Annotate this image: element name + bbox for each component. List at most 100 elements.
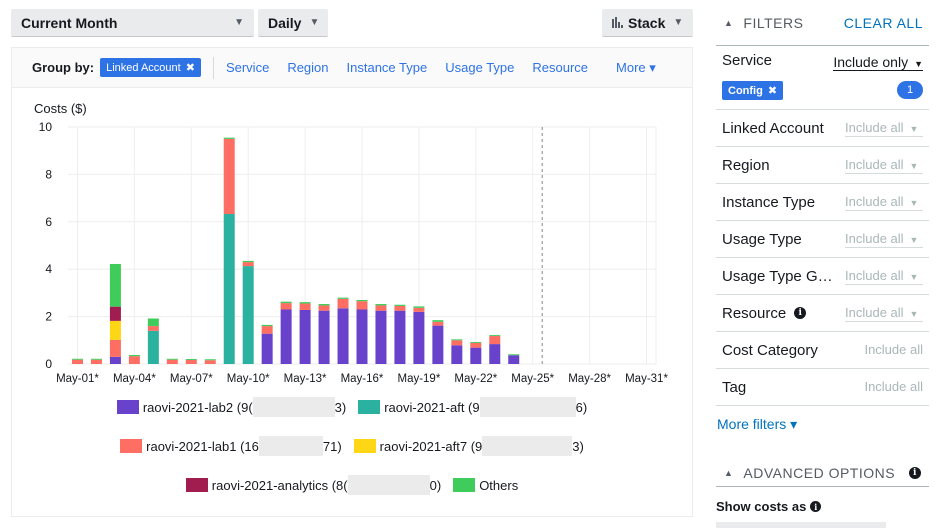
- group-by-region[interactable]: Region: [287, 60, 328, 75]
- legend-label-suffix: 3): [334, 399, 347, 415]
- bar-segment-raovi-2021-lab2: [299, 309, 311, 364]
- legend-swatch: [120, 439, 143, 453]
- group-by-more[interactable]: More ▾: [616, 60, 656, 76]
- advanced-options-header[interactable]: ▲ ADVANCED OPTIONS i: [716, 459, 929, 487]
- bar-segment-raovi-2021-aft: [242, 266, 254, 364]
- x-tick-label: May-22*: [454, 373, 497, 385]
- bar-segment-others: [280, 301, 292, 304]
- filter-row-usage-type-g: Usage Type G… Include all ▼: [716, 258, 929, 295]
- legend-swatch: [185, 478, 208, 492]
- info-icon[interactable]: i: [909, 466, 921, 479]
- chart-style-select[interactable]: Stack ▼: [602, 9, 693, 37]
- legend-item[interactable]: Others: [453, 475, 518, 495]
- bar-segment-raovi-2021-lab1: [394, 305, 406, 311]
- legend-item[interactable]: raovi-2021-lab1 (16 71): [120, 436, 342, 456]
- bar-segment-raovi-2021-lab1: [204, 360, 216, 364]
- granularity-select[interactable]: Daily ▼: [258, 9, 328, 37]
- bar-segment-raovi-2021-lab1: [147, 326, 159, 331]
- filter-label: Service: [722, 52, 773, 69]
- filter-value-select[interactable]: Include all ▼: [845, 231, 923, 248]
- x-tick-label: May-10*: [227, 373, 270, 385]
- chevron-down-icon: ▼: [234, 17, 244, 28]
- filter-row-tag: Tag Include all: [716, 369, 929, 406]
- chevron-down-icon: ▼: [909, 271, 919, 282]
- filter-value-select[interactable]: Include all ▼: [845, 157, 923, 174]
- filter-value-select[interactable]: Include all ▼: [845, 305, 923, 322]
- group-by-resource[interactable]: Resource: [532, 60, 588, 75]
- info-icon[interactable]: i: [794, 307, 807, 319]
- filter-value: Include all: [864, 379, 923, 394]
- bar-segment-raovi-2021-lab1: [128, 356, 140, 364]
- x-tick-label: May-28*: [568, 373, 611, 385]
- group-by-label: Group by:: [32, 60, 95, 75]
- bar-segment-raovi-2021-lab1: [242, 262, 254, 267]
- collapse-icon[interactable]: ▲: [724, 468, 733, 478]
- service-chip[interactable]: Config ✖: [722, 81, 784, 100]
- x-tick-label: May-07*: [170, 373, 213, 385]
- group-by-bar: Group by: Linked Account ✖ Service Regio…: [12, 48, 692, 88]
- legend-item[interactable]: raovi-2021-aft (9 6): [358, 397, 587, 417]
- redacted-account-id: [482, 436, 573, 456]
- show-costs-as-label: Show costs as i: [716, 499, 929, 514]
- service-chip-label: Config: [728, 84, 763, 97]
- legend-label-suffix: 71): [322, 438, 342, 454]
- legend-item[interactable]: raovi-2021-lab2 (9(3): [116, 397, 347, 417]
- x-tick-label: May-13*: [284, 373, 327, 385]
- chart-style-value: Stack: [628, 14, 666, 31]
- info-icon[interactable]: i: [810, 501, 822, 512]
- legend-item[interactable]: raovi-2021-analytics (8(0): [185, 475, 441, 495]
- group-by-chip[interactable]: Linked Account ✖: [100, 58, 201, 77]
- x-tick-label: May-31*: [625, 373, 668, 385]
- bar-segment-others: [204, 359, 216, 361]
- filter-value: Include all: [845, 267, 904, 283]
- bar-segment-raovi-2021-lab1: [261, 326, 273, 334]
- bar-segment-raovi-2021-lab1: [432, 321, 444, 326]
- bar-segment-raovi-2021-lab1: [71, 359, 83, 364]
- legend-label: raovi-2021-aft (9: [384, 399, 480, 415]
- bar-segment-raovi-2021-lab2: [337, 308, 349, 364]
- service-mode-select[interactable]: Include only ▼: [833, 54, 923, 71]
- filter-value-select[interactable]: Include all: [864, 379, 923, 395]
- clear-all-button[interactable]: CLEAR ALL: [844, 15, 923, 31]
- filter-value: Include all: [864, 342, 923, 357]
- bar-segment-raovi-2021-lab1: [318, 305, 330, 311]
- filter-value: Include all: [845, 193, 904, 209]
- filters-header[interactable]: ▲ FILTERS CLEAR ALL: [716, 0, 929, 46]
- more-filters-link[interactable]: More filters ▾: [717, 416, 929, 433]
- legend-label: Others: [479, 477, 519, 493]
- filter-value: Include all: [845, 230, 904, 246]
- cost-chart: Costs ($) 0 2 4 6 8 10 May-01* May-04* May-07* M…: [34, 101, 668, 385]
- bar-segment-raovi-2021-lab2: [261, 333, 273, 364]
- filter-row-cost-category: Cost Category Include all: [716, 332, 929, 369]
- remove-icon[interactable]: ✖: [768, 84, 777, 97]
- chevron-down-icon: ▼: [673, 17, 684, 28]
- filter-value-select[interactable]: Include all ▼: [845, 268, 923, 285]
- filter-service: Service Include only ▼ Config ✖ 1: [716, 46, 929, 110]
- filter-value: Include all: [845, 304, 904, 320]
- group-by-service[interactable]: Service: [226, 60, 269, 75]
- remove-icon[interactable]: ✖: [186, 61, 195, 74]
- chevron-down-icon: ▼: [914, 59, 923, 69]
- legend-row: raovi-2021-analytics (8(0) Others: [12, 475, 692, 495]
- y-tick-label: 10: [39, 120, 53, 134]
- bar-segment-raovi-2021-lab1: [375, 305, 387, 311]
- date-range-value: Current Month: [21, 14, 118, 31]
- filter-row-resource: Resource i Include all ▼: [716, 295, 929, 332]
- group-by-instance-type[interactable]: Instance Type: [347, 60, 428, 75]
- legend-label: raovi-2021-analytics (8(: [211, 477, 348, 493]
- bar-segment-raovi-2021-lab1: [413, 307, 425, 312]
- legend-item[interactable]: raovi-2021-aft7 (9 3): [353, 436, 584, 456]
- date-range-select[interactable]: Current Month ▼: [11, 9, 254, 37]
- bar-segment-raovi-2021-lab1: [451, 340, 463, 346]
- group-by-usage-type[interactable]: Usage Type: [445, 60, 514, 75]
- filter-value-select[interactable]: Include all ▼: [845, 194, 923, 211]
- show-costs-as-select[interactable]: [716, 522, 886, 528]
- filter-value-select[interactable]: Include all: [864, 342, 923, 358]
- bar-segment-others: [432, 320, 444, 322]
- bar-segment-others: [489, 335, 501, 337]
- filter-label: Region: [722, 156, 770, 174]
- bar-segment-raovi-2021-lab1: [356, 301, 368, 310]
- filter-value-select[interactable]: Include all ▼: [845, 120, 923, 137]
- collapse-icon[interactable]: ▲: [724, 18, 733, 28]
- bar-segment-others: [166, 358, 178, 360]
